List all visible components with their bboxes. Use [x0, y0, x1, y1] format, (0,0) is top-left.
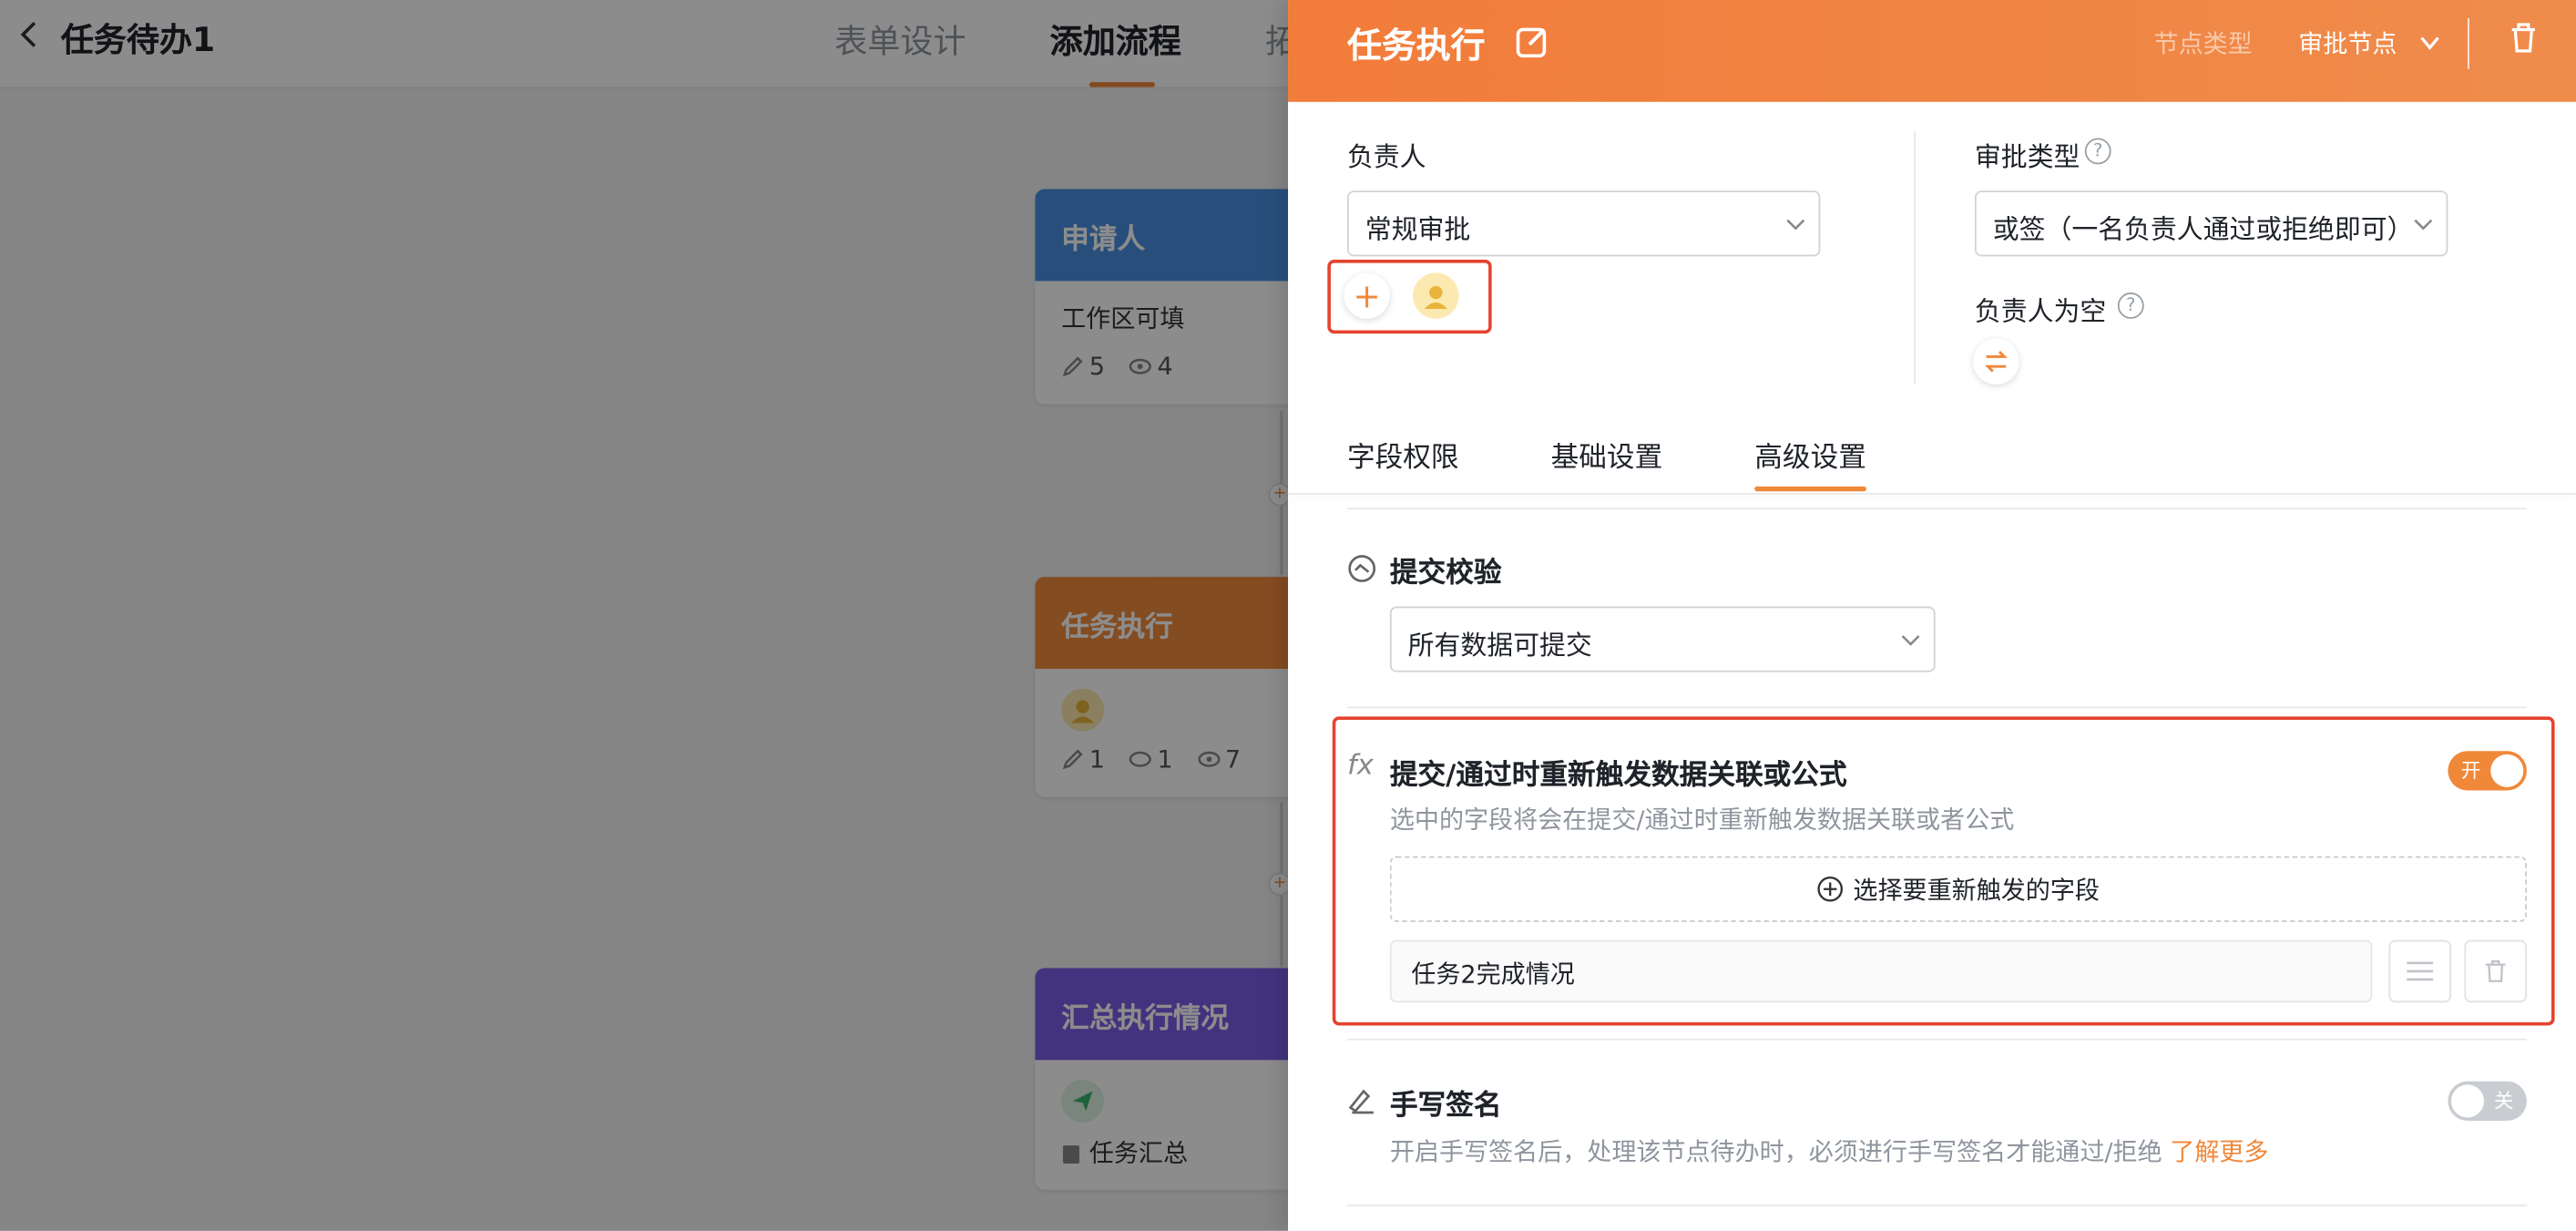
edit-title-icon[interactable]: [1515, 23, 1551, 59]
toggle-knob: [2490, 754, 2524, 787]
select-retrigger-fields-label: 选择要重新触发的字段: [1853, 875, 2101, 905]
chevron-down-icon: [1901, 635, 1920, 646]
help-icon[interactable]: ?: [2084, 138, 2111, 165]
toggle-label: 关: [2493, 1089, 2514, 1113]
submit-check-title: 提交校验: [1389, 557, 1502, 590]
approval-type-value: 或签（一名负责人通过或拒绝即可）: [1992, 213, 2414, 245]
chevron-down-icon[interactable]: [2418, 31, 2441, 54]
node-settings-drawer: 任务执行 节点类型 审批节点 负责人 常规审批 + 审批类型 ? 或签（一名负责…: [1288, 0, 2576, 1231]
add-owner-button[interactable]: +: [1344, 272, 1390, 319]
signature-desc-text: 开启手写签名后，处理该节点待办时，必须进行手写签名才能通过/拒绝: [1389, 1137, 2162, 1167]
retrigger-field-item: 任务2完成情况: [1389, 939, 2373, 1003]
menu-icon: [2407, 961, 2434, 981]
section-divider: [1346, 508, 2527, 510]
tab-field-permissions[interactable]: 字段权限: [1347, 434, 1459, 475]
tab-divider: [1288, 493, 2576, 495]
signature-title: 手写签名: [1389, 1089, 1502, 1123]
delete-node-icon[interactable]: [2509, 21, 2538, 54]
shield-check-icon: [1348, 555, 1376, 582]
node-type-label: 节点类型: [2153, 29, 2253, 59]
retrigger-field-name: 任务2完成情况: [1411, 959, 1575, 990]
delete-field-button[interactable]: [2464, 939, 2527, 1003]
owner-empty-label: 负责人为空: [1974, 295, 2107, 327]
tab-active-indicator: [1754, 486, 1866, 492]
signature-toggle[interactable]: 关: [2448, 1081, 2527, 1122]
approval-type-select[interactable]: 或签（一名负责人通过或拒绝即可）: [1974, 190, 2448, 257]
toggle-knob: [2450, 1084, 2485, 1118]
header-divider: [2468, 17, 2469, 69]
signature-icon: [1348, 1089, 1374, 1114]
tab-advanced-settings[interactable]: 高级设置: [1754, 434, 1866, 475]
owner-select-value: 常规审批: [1365, 213, 1471, 245]
plus-circle-icon: [1817, 876, 1843, 902]
signature-desc: 开启手写签名后，处理该节点待办时，必须进行手写签名才能通过/拒绝 了解更多: [1390, 1134, 2269, 1168]
column-divider: [1914, 131, 1916, 385]
section-divider: [1346, 1205, 2527, 1206]
submit-check-value: 所有数据可提交: [1407, 629, 1592, 662]
retrigger-toggle[interactable]: 开: [2448, 751, 2527, 791]
drag-handle-button[interactable]: [2388, 939, 2451, 1003]
learn-more-link[interactable]: 了解更多: [2170, 1137, 2268, 1166]
swap-icon: [1984, 350, 2008, 373]
approval-type-label: 审批类型: [1974, 141, 2080, 173]
retrigger-desc: 选中的字段将会在提交/通过时重新触发数据关联或者公式: [1389, 805, 2015, 836]
chevron-down-icon: [2414, 219, 2433, 231]
toggle-label: 开: [2460, 759, 2481, 783]
tab-basic-settings[interactable]: 基础设置: [1551, 434, 1663, 475]
node-type-select[interactable]: 审批节点: [2298, 26, 2397, 61]
help-icon[interactable]: ?: [2117, 292, 2144, 319]
select-retrigger-fields-button[interactable]: 选择要重新触发的字段: [1389, 856, 2527, 922]
formula-icon: fx: [1346, 749, 1374, 783]
retrigger-title: 提交/通过时重新触发数据关联或公式: [1389, 759, 1847, 793]
trash-icon: [2485, 959, 2506, 982]
owner-label: 负责人: [1346, 141, 1426, 173]
submit-check-select[interactable]: 所有数据可提交: [1389, 606, 1936, 672]
owner-empty-switch-button[interactable]: [1973, 338, 2019, 385]
owner-avatar-icon[interactable]: [1413, 272, 1459, 319]
owner-select[interactable]: 常规审批: [1346, 190, 1821, 257]
chevron-down-icon: [1786, 219, 1805, 231]
drawer-title: 任务执行: [1346, 26, 1486, 67]
modal-overlay[interactable]: [0, 0, 1289, 1231]
section-divider: [1346, 1038, 2527, 1041]
section-divider: [1346, 706, 2527, 709]
